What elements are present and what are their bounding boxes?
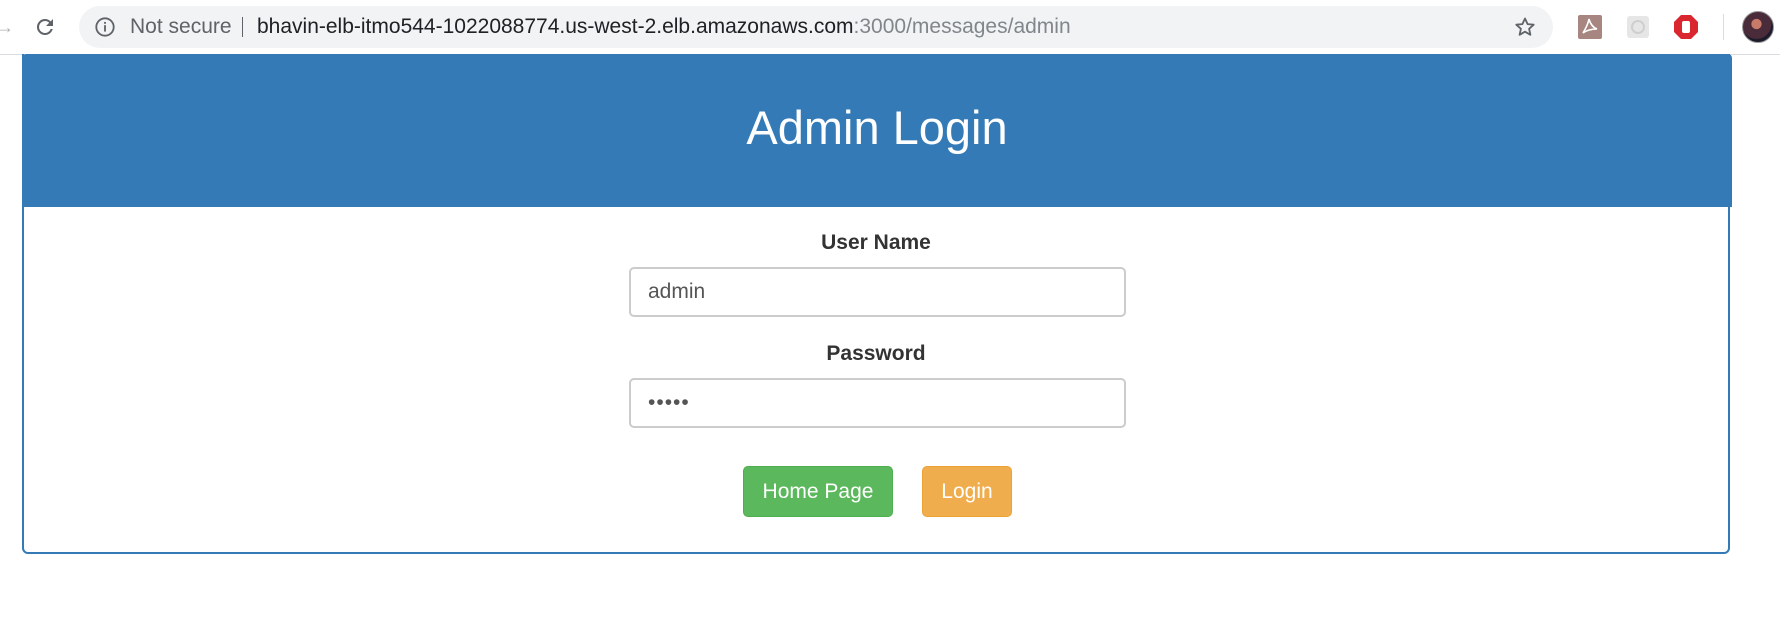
- username-input[interactable]: [629, 267, 1126, 317]
- info-icon[interactable]: [94, 16, 116, 38]
- username-label: User Name: [821, 231, 931, 254]
- bookmark-star-icon[interactable]: [1513, 15, 1537, 39]
- admin-login-panel: Admin Login User Name Password Home Page…: [22, 54, 1732, 554]
- password-label: Password: [826, 342, 926, 365]
- reload-icon[interactable]: [33, 15, 57, 39]
- login-button[interactable]: Login: [922, 466, 1012, 517]
- url-path: :3000/messages/admin: [853, 15, 1071, 38]
- toolbar-separator: [1723, 14, 1724, 40]
- home-page-button[interactable]: Home Page: [743, 466, 893, 517]
- address-separator: [242, 17, 243, 37]
- url-text[interactable]: bhavin-elb-itmo544-1022088774.us-west-2.…: [257, 15, 1071, 39]
- page-title: Admin Login: [746, 101, 1008, 154]
- adblock-stop-icon[interactable]: [1673, 14, 1699, 40]
- grey-extension-icon[interactable]: [1625, 14, 1651, 40]
- browser-toolbar: → Not secure bhavin-elb-itmo544-10220887…: [0, 0, 1780, 55]
- url-host: bhavin-elb-itmo544-1022088774.us-west-2.…: [257, 15, 854, 38]
- pdf-extension-icon[interactable]: [1577, 14, 1603, 40]
- address-bar[interactable]: Not secure bhavin-elb-itmo544-1022088774…: [79, 6, 1553, 48]
- panel-heading: Admin Login: [22, 54, 1732, 207]
- forward-icon[interactable]: →: [0, 16, 14, 38]
- profile-avatar[interactable]: [1742, 11, 1774, 43]
- security-status[interactable]: Not secure: [130, 15, 232, 39]
- password-input[interactable]: [629, 378, 1126, 428]
